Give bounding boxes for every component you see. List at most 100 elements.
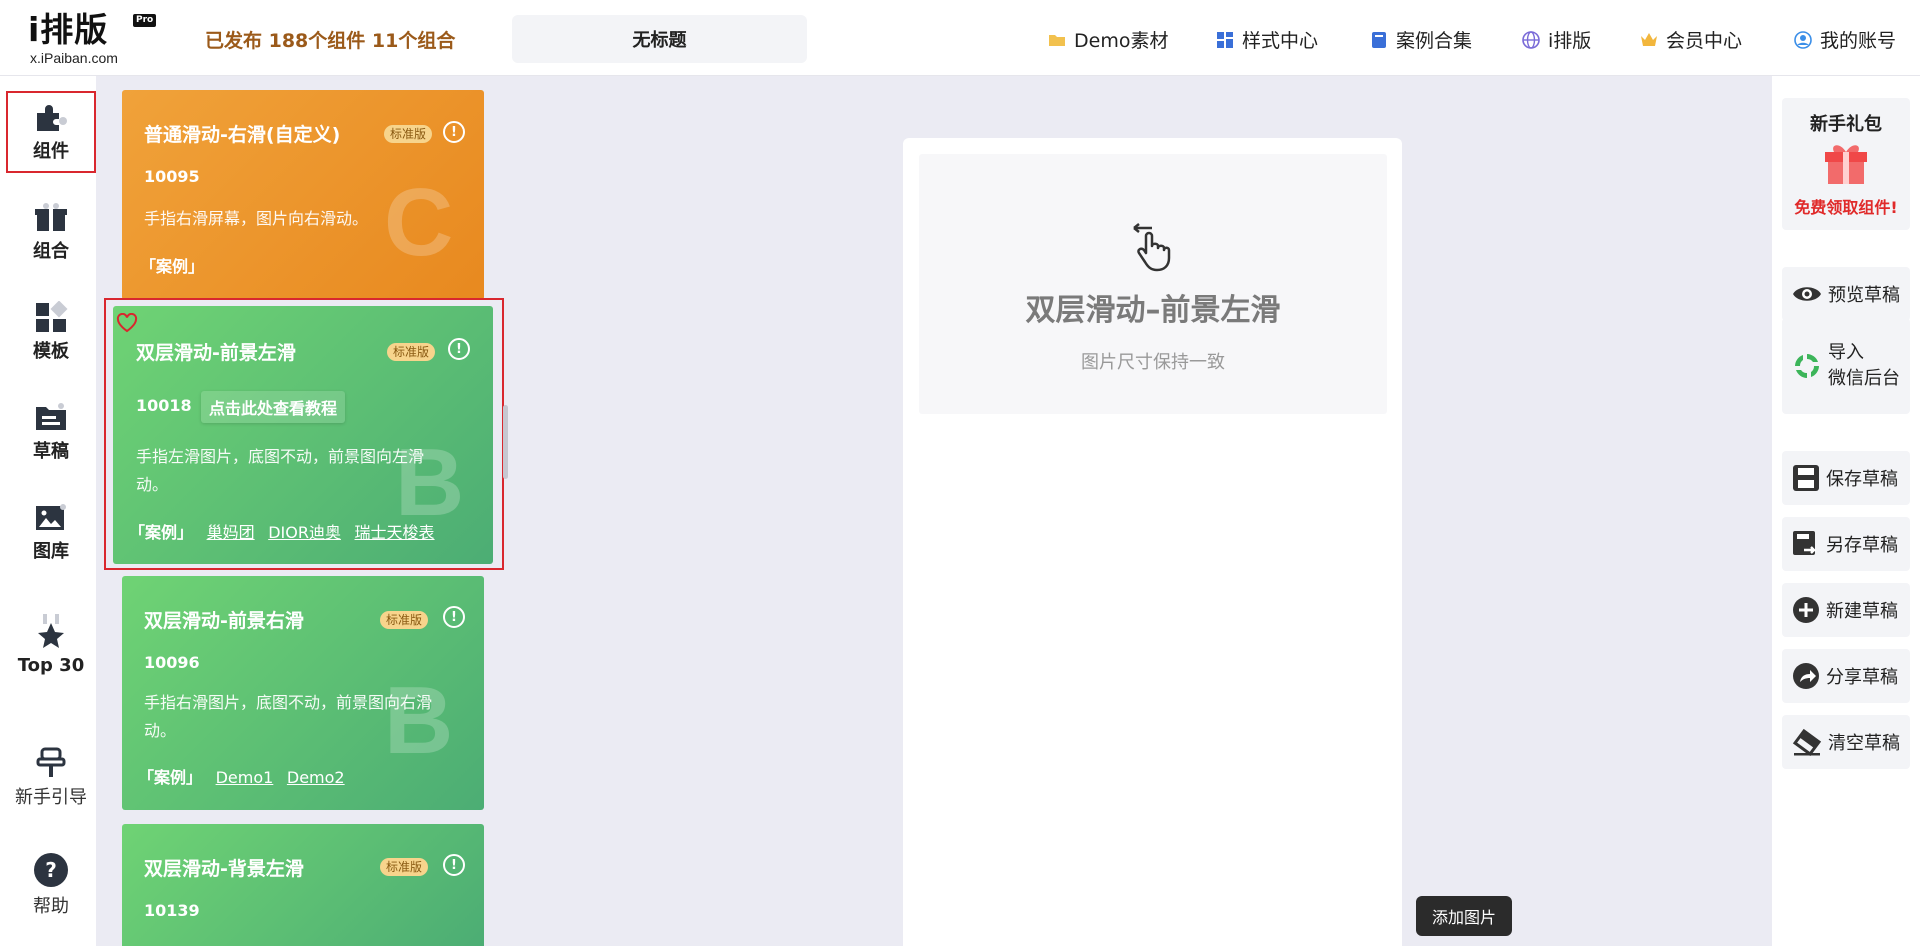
case-link[interactable]: Demo1 xyxy=(216,768,274,787)
medal-icon xyxy=(38,613,64,648)
left-sidebar: 组件 组合 模板 草稿 图库 Top 30 新手引导 ? 帮助 xyxy=(0,76,96,946)
button-label: 保存草稿 xyxy=(1826,469,1898,490)
logo[interactable]: i排版 Pro x.iPaiban.com xyxy=(28,10,163,68)
sidebar-item-gallery[interactable]: 图库 xyxy=(6,491,96,573)
logo-main-text: i排版 xyxy=(28,10,109,49)
selection-highlight xyxy=(104,298,504,570)
heart-icon[interactable] xyxy=(116,313,138,333)
sidebar-item-top30[interactable]: Top 30 xyxy=(6,603,96,685)
nav-account-label: 我的账号 xyxy=(1820,30,1897,52)
gift-icon xyxy=(1825,145,1867,184)
help-icon: ? xyxy=(34,853,68,887)
button-label-line2: 微信后台 xyxy=(1828,368,1900,389)
info-icon[interactable]: ! xyxy=(443,854,465,876)
crown-icon xyxy=(1641,32,1657,46)
eye-icon xyxy=(1793,287,1821,301)
new-draft-button[interactable]: 新建草稿 xyxy=(1782,583,1910,637)
case-link[interactable]: Demo2 xyxy=(287,768,345,787)
button-label: 预览草稿 xyxy=(1828,285,1900,306)
card-case-label: 「案例」 xyxy=(140,257,205,276)
book-icon xyxy=(1372,31,1386,48)
nav-member-center[interactable]: 会员中心 xyxy=(1640,26,1742,53)
card-description-line1: 手指右滑图片，底图不动，前景图向右滑 xyxy=(144,693,433,712)
sidebar-item-guide[interactable]: 新手引导 xyxy=(6,736,96,818)
save-as-draft-button[interactable]: 另存草稿 xyxy=(1782,517,1910,571)
user-icon xyxy=(1794,30,1812,49)
puzzle-icon xyxy=(37,105,67,131)
swipe-hand-icon xyxy=(1133,223,1171,272)
image-icon xyxy=(36,504,66,530)
button-label: 另存草稿 xyxy=(1826,535,1898,556)
svg-text:?: ? xyxy=(45,858,57,882)
nav-case-collection[interactable]: 案例合集 xyxy=(1370,26,1472,53)
sidebar-label: 图库 xyxy=(33,541,69,562)
nav-style-label: 样式中心 xyxy=(1242,30,1319,52)
sidebar-label: 草稿 xyxy=(33,441,69,462)
gift-title: 新手礼包 xyxy=(1810,114,1882,135)
sidebar-item-combos[interactable]: 组合 xyxy=(6,191,96,273)
save-icon xyxy=(1793,465,1819,491)
component-card[interactable]: C 普通滑动-右滑(自定义) 标准版 ! 10095 手指右滑屏幕，图片向右滑动… xyxy=(122,90,484,300)
preview-draft-button[interactable]: 预览草稿 xyxy=(1782,267,1910,321)
sidebar-label: Top 30 xyxy=(17,654,85,676)
logo-url: x.iPaiban.com xyxy=(30,50,118,66)
card-id: 10095 xyxy=(144,167,200,186)
sidebar-item-templates[interactable]: 模板 xyxy=(6,291,96,373)
preview-title: 双层滑动–前景左滑 xyxy=(1025,293,1281,328)
component-card[interactable]: 双层滑动-背景左滑 标准版 ! 10139 xyxy=(122,824,484,946)
card-case-links: 「案例」 Demo1 Demo2 xyxy=(138,764,345,788)
sidebar-label: 组合 xyxy=(33,241,69,262)
sidebar-item-drafts[interactable]: 草稿 xyxy=(6,391,96,473)
card-case-label: 「案例」 xyxy=(138,768,203,787)
card-description: 手指右滑屏幕，图片向右滑动。 xyxy=(144,209,369,228)
component-preview[interactable] xyxy=(919,154,1387,414)
nav-ipaiban[interactable]: i排版 xyxy=(1522,26,1591,53)
card-id: 10096 xyxy=(144,653,200,672)
nav-ipaiban-label: i排版 xyxy=(1548,30,1592,52)
component-card[interactable]: B 双层滑动-前景右滑 标准版 ! 10096 手指右滑图片，底图不动，前景图向… xyxy=(122,576,484,810)
preview-subtitle: 图片尺寸保持一致 xyxy=(1081,352,1225,373)
newbie-gift-pack[interactable]: 新手礼包 免费领取组件! xyxy=(1782,98,1910,230)
draft-icon xyxy=(36,403,66,430)
wechat-icon xyxy=(1795,354,1819,378)
save-as-icon xyxy=(1793,531,1817,555)
grid-icon xyxy=(1217,31,1233,48)
nav-member-label: 会员中心 xyxy=(1666,30,1743,52)
sidebar-label: 帮助 xyxy=(33,896,69,917)
nav-demo-label: Demo素材 xyxy=(1074,30,1169,52)
plus-circle-icon xyxy=(1793,597,1819,623)
card-description-line2: 动。 xyxy=(144,721,177,740)
button-label: 清空草稿 xyxy=(1828,733,1900,754)
nav-case-label: 案例合集 xyxy=(1396,30,1473,52)
published-info: 已发布 188个组件 11个组合 xyxy=(205,30,456,52)
card-id: 10139 xyxy=(144,901,200,920)
nav-demo-materials[interactable]: Demo素材 xyxy=(1048,26,1168,53)
card-title: 普通滑动-右滑(自定义) xyxy=(144,124,341,146)
card-title: 双层滑动-背景左滑 xyxy=(144,858,304,880)
card-letter: B xyxy=(384,667,454,774)
nav-style-center[interactable]: 样式中心 xyxy=(1216,26,1318,53)
nav-my-account[interactable]: 我的账号 xyxy=(1794,26,1896,53)
import-wechat-button[interactable]: 导入 微信后台 xyxy=(1782,318,1910,414)
info-icon[interactable]: ! xyxy=(443,121,465,143)
info-icon[interactable]: ! xyxy=(443,606,465,628)
logo-pro-badge: Pro xyxy=(133,14,157,27)
top-header: i排版 Pro x.iPaiban.com 已发布 188个组件 11个组合 无… xyxy=(0,0,1920,76)
eraser-icon xyxy=(1792,728,1822,756)
sidebar-label: 组件 xyxy=(33,141,69,162)
gift-subtitle: 免费领取组件! xyxy=(1794,198,1898,217)
clear-draft-button[interactable]: 清空草稿 xyxy=(1782,715,1910,769)
card-title: 双层滑动-前景右滑 xyxy=(144,610,304,632)
card-letter: C xyxy=(384,169,454,276)
globe-icon xyxy=(1522,30,1540,49)
document-title-input[interactable]: 无标题 xyxy=(512,15,807,63)
sidebar-item-help[interactable]: ? 帮助 xyxy=(6,844,96,926)
sidebar-label: 新手引导 xyxy=(15,787,87,808)
button-label: 新建草稿 xyxy=(1826,601,1898,622)
share-draft-button[interactable]: 分享草稿 xyxy=(1782,649,1910,703)
add-image-button[interactable]: 添加图片 xyxy=(1416,896,1512,936)
save-draft-button[interactable]: 保存草稿 xyxy=(1782,451,1910,505)
button-label-line1: 导入 xyxy=(1828,342,1864,363)
share-icon xyxy=(1793,663,1819,689)
sidebar-item-components[interactable]: 组件 xyxy=(6,91,96,173)
